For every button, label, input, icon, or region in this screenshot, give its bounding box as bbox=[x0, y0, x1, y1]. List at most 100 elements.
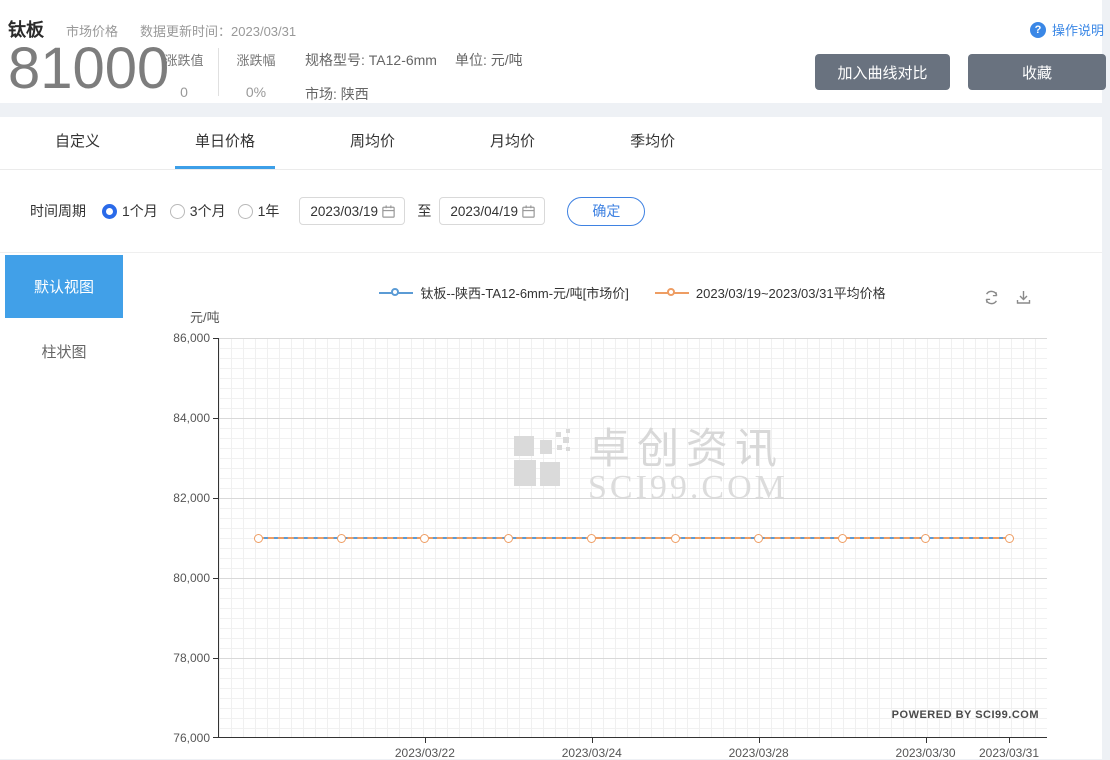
watermark: 卓创资讯 SCI99.COM bbox=[514, 428, 788, 506]
data-point bbox=[921, 533, 931, 543]
data-point bbox=[587, 533, 597, 543]
y-tick-label: 82,000 bbox=[173, 491, 210, 505]
data-point bbox=[670, 533, 680, 543]
x-tick-mark bbox=[758, 738, 760, 743]
tab-3[interactable]: 月均价 bbox=[470, 117, 555, 169]
x-tick-mark bbox=[925, 738, 927, 743]
period-radio-0[interactable]: 1个月 bbox=[102, 201, 158, 221]
period-label: 时间周期 bbox=[30, 203, 86, 219]
data-point bbox=[837, 533, 847, 543]
watermark-cn: 卓创资讯 bbox=[588, 425, 785, 472]
date-from-value: 2023/03/19 bbox=[310, 203, 378, 219]
x-tick-label: 2023/03/31 bbox=[978, 746, 1040, 760]
tab-4[interactable]: 季均价 bbox=[610, 117, 695, 169]
legend-marker-icon bbox=[379, 287, 414, 298]
unit-label: 单位: 元/吨 bbox=[455, 52, 523, 68]
powered-by: POWERED BY SCI99.COM bbox=[891, 709, 1039, 721]
tabs: 自定义 单日价格 周均价 月均价 季均价 bbox=[0, 117, 1102, 170]
date-from-input[interactable]: 2023/03/19 bbox=[299, 197, 406, 225]
y-axis-unit: 元/吨 bbox=[190, 310, 220, 325]
favorite-button[interactable]: 收藏 bbox=[968, 54, 1106, 90]
tab-0[interactable]: 自定义 bbox=[35, 117, 120, 169]
sidebar-item-1[interactable]: 柱状图 bbox=[5, 341, 123, 365]
change-value-block: 涨跌值 0 bbox=[158, 50, 210, 100]
x-tick-mark bbox=[1009, 738, 1010, 743]
radio-label: 1个月 bbox=[122, 203, 158, 219]
y-tick-mark bbox=[213, 737, 219, 738]
radio-icon bbox=[169, 203, 185, 219]
calendar-icon bbox=[382, 204, 396, 218]
change-pct-value: 0% bbox=[245, 84, 267, 100]
spec-market: 市场: 陕西 bbox=[305, 86, 369, 102]
help-link[interactable]: ? 操作说明 bbox=[1029, 20, 1104, 39]
date-to-value: 2023/04/19 bbox=[450, 203, 518, 219]
change-pct-block: 涨跌幅 0% bbox=[230, 50, 282, 100]
data-point bbox=[420, 533, 430, 543]
radio-label: 1年 bbox=[257, 203, 280, 219]
data-point bbox=[754, 533, 764, 543]
question-icon: ? bbox=[1029, 21, 1046, 38]
series-line-1 bbox=[258, 537, 1009, 539]
add-curve-compare-button[interactable]: 加入曲线对比 bbox=[815, 54, 950, 90]
data-point bbox=[253, 533, 263, 543]
main-card: 自定义 单日价格 周均价 月均价 季均价 时间周期 1个月 3个月 1年 2023/03/1… bbox=[0, 117, 1102, 760]
y-tick-mark bbox=[213, 418, 219, 419]
change-value: 0 bbox=[180, 84, 188, 100]
refresh-icon[interactable] bbox=[983, 289, 1000, 306]
calendar-icon bbox=[522, 204, 536, 218]
tab-1[interactable]: 单日价格 bbox=[175, 117, 276, 169]
legend-marker-icon bbox=[654, 287, 689, 298]
x-tick-mark bbox=[591, 738, 593, 743]
y-tick-label: 80,000 bbox=[173, 571, 210, 585]
help-label: 操作说明 bbox=[1051, 23, 1104, 38]
sci99-logo-icon bbox=[514, 429, 570, 486]
update-time-value: 2023/03/31 bbox=[231, 24, 297, 39]
data-point bbox=[1004, 533, 1014, 543]
change-value-label: 涨跌值 bbox=[164, 53, 204, 68]
data-point bbox=[503, 533, 513, 543]
date-to-input[interactable]: 2023/04/19 bbox=[439, 197, 546, 225]
plot-area: 卓创资讯 SCI99.COM POWERED BY SCI99.COM 86,0… bbox=[173, 331, 1047, 760]
x-tick-label: 2023/03/28 bbox=[728, 746, 789, 760]
spec-model: 规格型号: TA12-6mm bbox=[305, 52, 437, 68]
legend-label: 钛板--陕西-TA12-6mm-元/吨[市场价] bbox=[420, 286, 629, 301]
x-tick-label: 2023/03/22 bbox=[394, 746, 455, 760]
spec-block: 规格型号: TA12-6mm 市场: 陕西 bbox=[305, 50, 437, 104]
legend-item-1[interactable]: 2023/03/19~2023/03/31平均价格 bbox=[654, 283, 886, 302]
tab-2[interactable]: 周均价 bbox=[330, 117, 415, 169]
header-card: 钛板 市场价格 数据更新时间：2023/03/31 81000 涨跌值 0 涨跌… bbox=[0, 0, 1106, 104]
y-tick-label: 84,000 bbox=[173, 411, 210, 425]
watermark-en: SCI99.COM bbox=[588, 469, 788, 506]
period-radio-group: 1个月 3个月 1年 bbox=[102, 201, 291, 221]
filter-row: 时间周期 1个月 3个月 1年 2023/03/19 至 2023/04/19 确定 bbox=[0, 170, 1102, 253]
radio-icon bbox=[237, 203, 253, 219]
to-label: 至 bbox=[417, 203, 432, 219]
y-tick-mark bbox=[213, 338, 219, 339]
chart-toolbar bbox=[983, 289, 1032, 306]
legend-marker-circle bbox=[666, 287, 675, 296]
data-point bbox=[336, 533, 346, 543]
confirm-button[interactable]: 确定 bbox=[567, 196, 646, 226]
x-tick-label: 2023/03/24 bbox=[561, 746, 622, 760]
change-pct-label: 涨跌幅 bbox=[236, 53, 276, 68]
sidebar-item-0[interactable]: 默认视图 bbox=[5, 255, 123, 318]
divider bbox=[218, 48, 219, 96]
period-radio-2[interactable]: 1年 bbox=[237, 201, 280, 221]
y-tick-label: 86,000 bbox=[173, 331, 210, 345]
radio-icon bbox=[102, 203, 117, 219]
y-tick-mark bbox=[213, 658, 219, 659]
y-tick-mark bbox=[213, 578, 219, 579]
y-tick-label: 76,000 bbox=[173, 731, 210, 745]
y-tick-mark bbox=[213, 498, 219, 499]
x-tick-label: 2023/03/30 bbox=[895, 746, 956, 760]
legend-marker-circle bbox=[391, 287, 400, 296]
chart-legend: 钛板--陕西-TA12-6mm-元/吨[市场价] 2023/03/19~2023/… bbox=[218, 283, 1047, 302]
x-tick-mark bbox=[424, 738, 426, 743]
current-price: 81000 bbox=[8, 36, 170, 101]
y-tick-label: 78,000 bbox=[173, 651, 210, 665]
radio-label: 3个月 bbox=[189, 203, 226, 219]
legend-label: 2023/03/19~2023/03/31平均价格 bbox=[695, 286, 886, 301]
download-icon[interactable] bbox=[1015, 289, 1032, 306]
legend-item-0[interactable]: 钛板--陕西-TA12-6mm-元/吨[市场价] bbox=[379, 283, 629, 302]
period-radio-1[interactable]: 3个月 bbox=[169, 201, 226, 221]
